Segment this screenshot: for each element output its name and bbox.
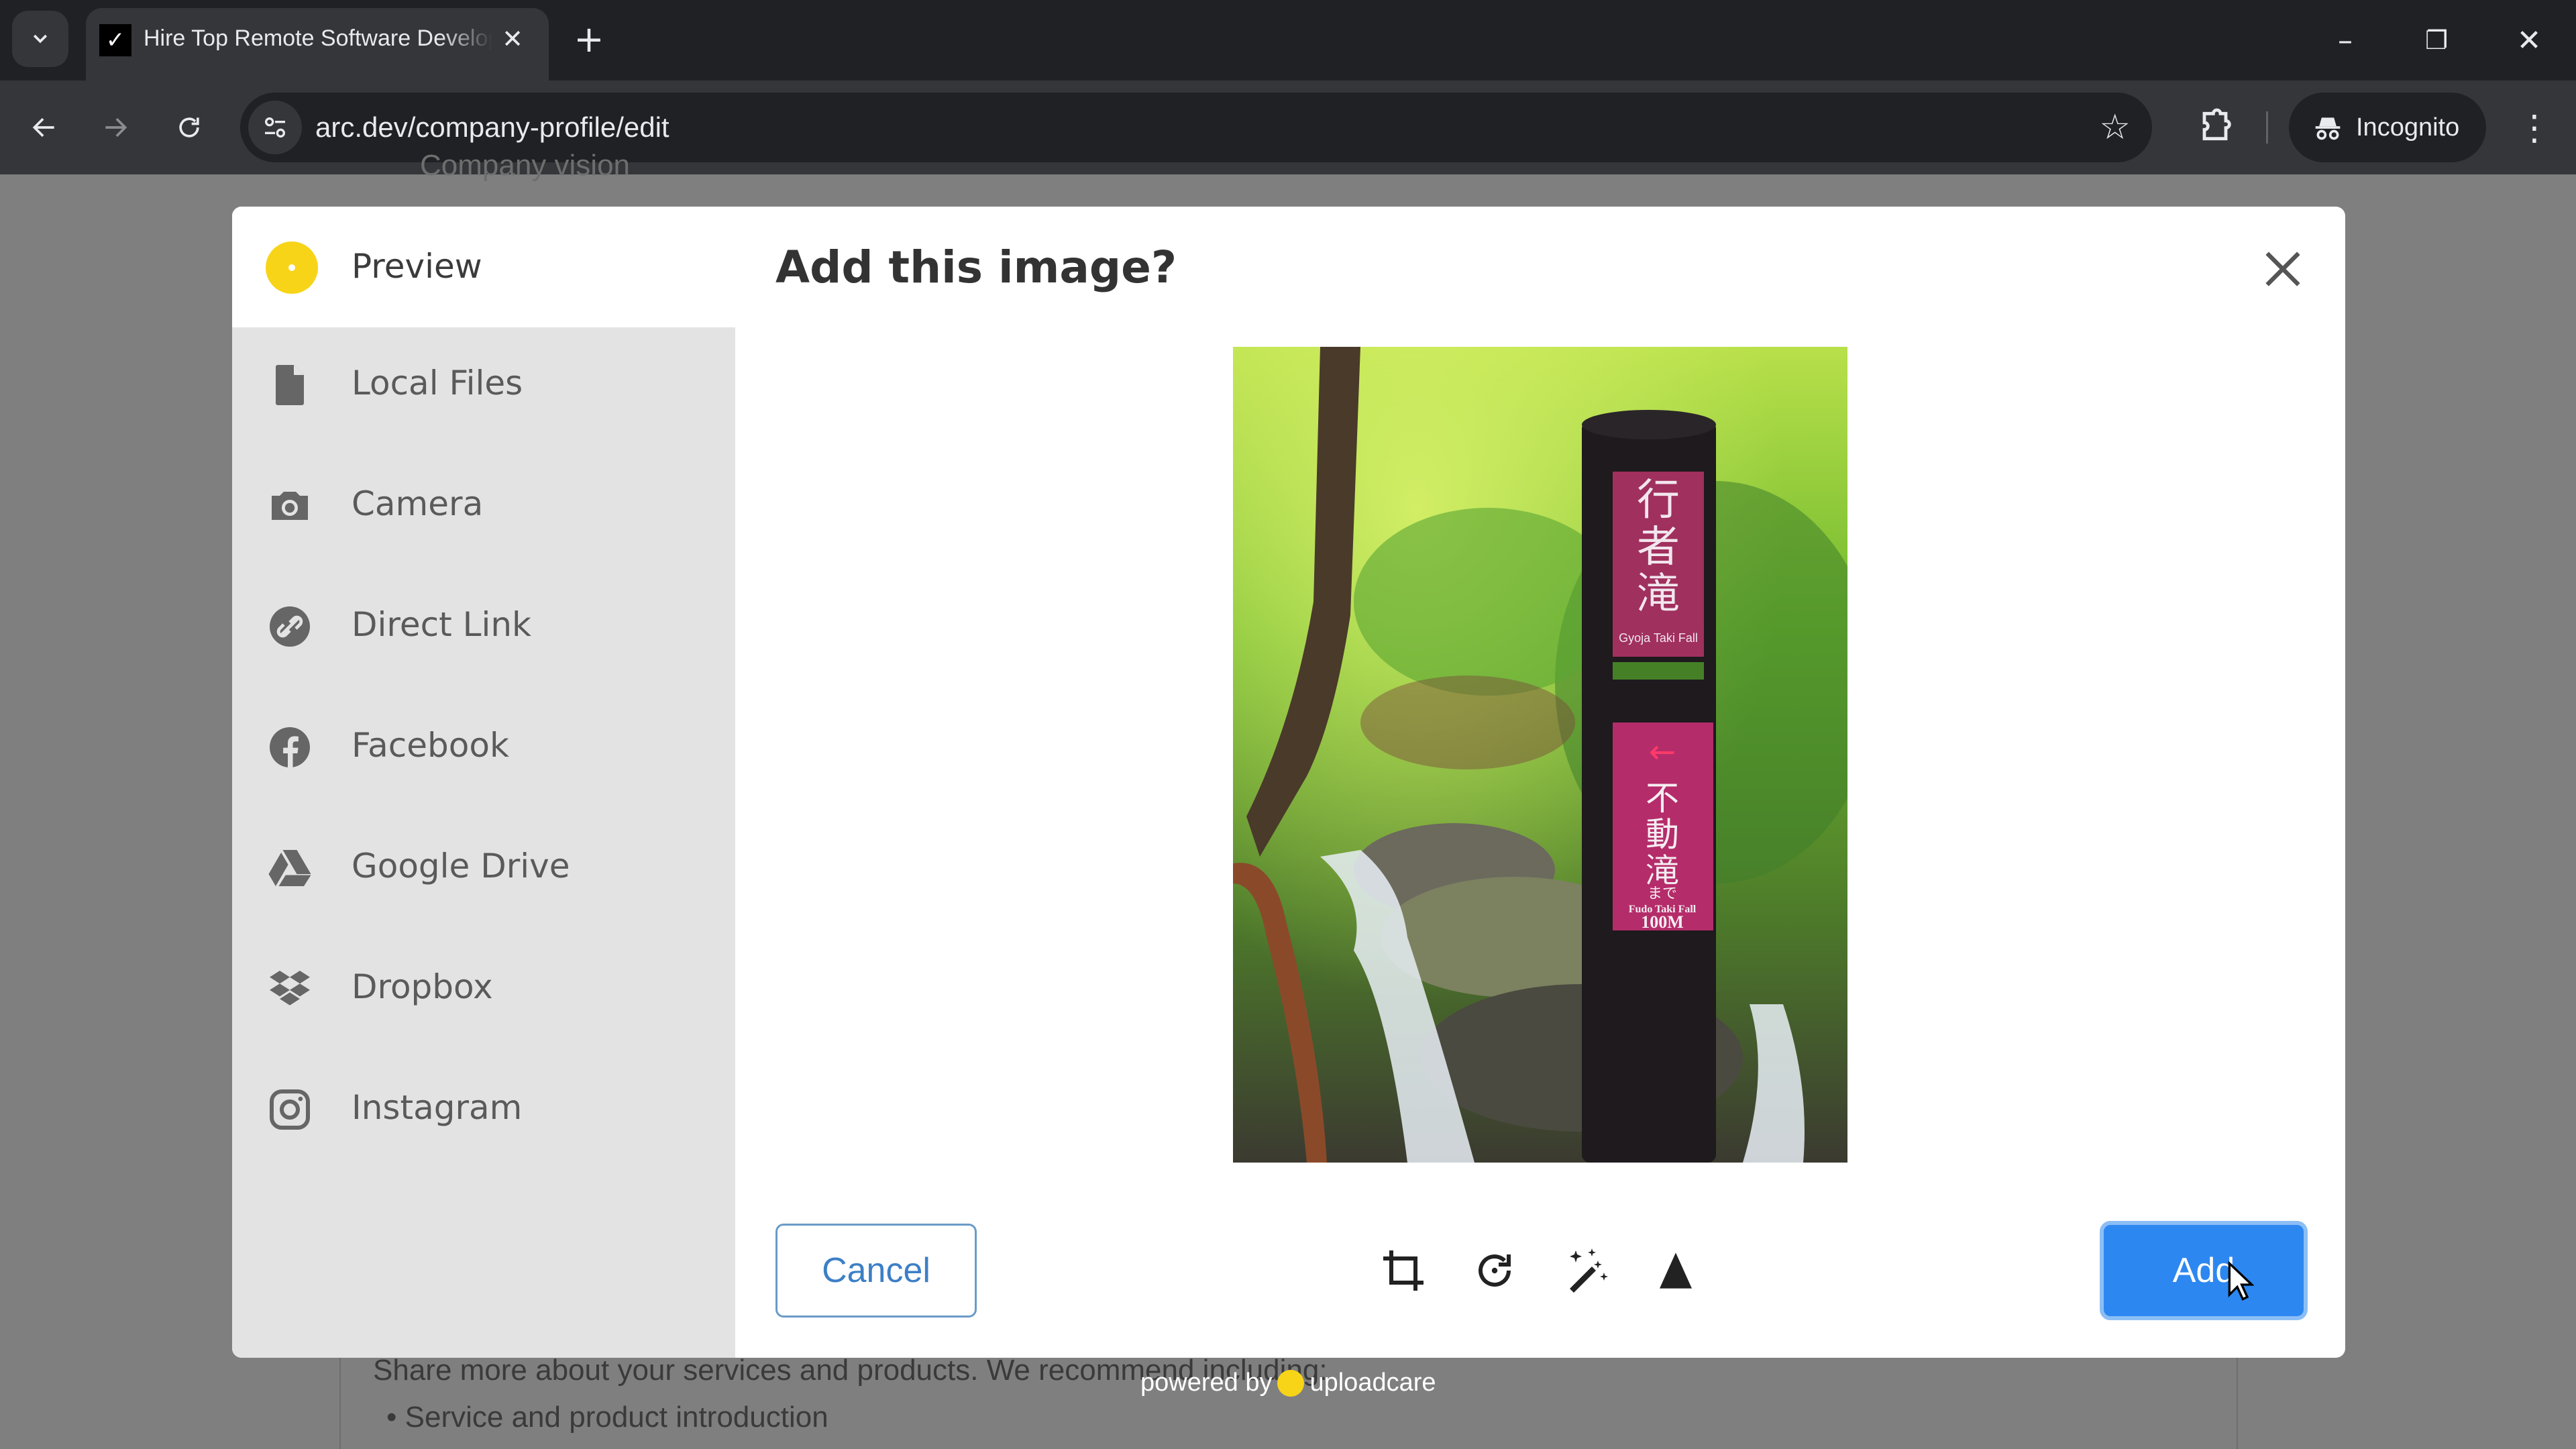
tab-search-button[interactable] (12, 11, 68, 67)
preview-dot-icon (266, 241, 318, 294)
sign-arrow: ← (1649, 733, 1676, 771)
star-icon[interactable]: ☆ (2099, 107, 2131, 148)
url-text: arc.dev/company-profile/edit (315, 111, 669, 143)
arc-logo-icon: ✓ (99, 24, 131, 56)
facebook-icon (270, 727, 310, 767)
tab-close-icon[interactable]: ✕ (496, 23, 529, 55)
sidebar-item-facebook[interactable]: Facebook (232, 690, 735, 797)
crop-icon (1383, 1250, 1424, 1291)
bullet-text: Service and product introduction (405, 1401, 828, 1434)
google-drive-icon (268, 850, 311, 886)
sidebar-item-instagram[interactable]: Instagram (232, 1052, 735, 1159)
reload-button[interactable] (168, 106, 211, 149)
sidebar-item-label: Dropbox (352, 967, 493, 1006)
more-vert-icon[interactable]: ⋮ (2513, 105, 2556, 152)
tab-title: Hire Top Remote Software Developers (144, 25, 492, 51)
sign-kanji-3: 滝 (1637, 570, 1680, 619)
file-icon (276, 365, 304, 405)
window-close-button[interactable]: ✕ (2502, 13, 2556, 67)
cancel-button[interactable]: Cancel (775, 1224, 977, 1318)
sidebar-item-camera[interactable]: Camera (232, 448, 735, 555)
sidebar-item-local-files[interactable]: Local Files (232, 327, 735, 435)
minimize-button[interactable]: – (2318, 13, 2372, 67)
sign-kanji-4: 不 (1646, 779, 1679, 818)
back-button[interactable] (23, 106, 66, 149)
sign-kanji-6: 滝 (1646, 851, 1679, 890)
sidebar-item-label: Preview (352, 247, 482, 286)
sign-kanji-1: 行 (1637, 476, 1680, 525)
triangle-icon (1660, 1252, 1692, 1289)
browser-tab[interactable]: ✓ Hire Top Remote Software Developers ✕ (86, 8, 549, 80)
toolbar-separator (2266, 111, 2268, 144)
browser-tab-strip: ✓ Hire Top Remote Software Developers ✕ … (0, 0, 2576, 80)
sidebar-item-dropbox[interactable]: Dropbox (232, 931, 735, 1038)
rotate-button[interactable] (1468, 1244, 1521, 1297)
incognito-badge[interactable]: Incognito (2289, 93, 2486, 162)
sidebar-item-label: Facebook (352, 726, 509, 765)
powered-by-uploadcare[interactable]: powered by uploadcare (1140, 1368, 1436, 1397)
uploadcare-brand: uploadcare (1309, 1368, 1436, 1397)
sign-distance: 100M (1641, 912, 1684, 932)
services-bullet: • Service and product introduction (386, 1401, 828, 1434)
add-button[interactable]: Add (2100, 1221, 2308, 1320)
restore-button[interactable]: ❐ (2410, 13, 2463, 67)
upload-dialog: Preview Local Files Camera Direct Link F… (232, 207, 2345, 1358)
sharpen-button[interactable] (1649, 1244, 1703, 1297)
sidebar-item-label: Local Files (352, 364, 523, 402)
close-icon[interactable] (2259, 246, 2306, 292)
tune-icon (265, 117, 285, 138)
dropbox-icon (270, 971, 310, 1006)
crop-button[interactable] (1377, 1244, 1430, 1297)
link-icon (270, 606, 310, 647)
camera-icon (272, 492, 308, 520)
sidebar-item-label: Direct Link (352, 605, 531, 644)
sign-kana: まで (1648, 885, 1677, 902)
chevron-down-icon (33, 34, 48, 44)
incognito-icon (2315, 117, 2341, 140)
forest-photo: 行 者 滝 Gyoja Taki Fall ← 不 動 滝 まで Fudo Ta… (1233, 347, 1847, 1163)
sidebar-item-label: Instagram (352, 1088, 523, 1127)
instagram-icon (270, 1089, 310, 1130)
mouse-cursor-icon (2228, 1261, 2254, 1301)
site-info-button[interactable] (248, 101, 302, 154)
source-sidebar: Preview Local Files Camera Direct Link F… (232, 207, 735, 1358)
forward-button[interactable] (94, 106, 137, 149)
sidebar-item-preview[interactable]: Preview (232, 207, 735, 327)
sidebar-item-direct-link[interactable]: Direct Link (232, 569, 735, 676)
arrow-right-icon (105, 117, 127, 138)
sidebar-item-label: Google Drive (352, 847, 570, 885)
reload-icon (179, 117, 199, 138)
bg-line-company-vision: Company vision (420, 149, 631, 182)
dialog-title: Add this image? (775, 241, 1177, 293)
enhance-button[interactable] (1559, 1244, 1613, 1297)
preview-image: 行 者 滝 Gyoja Taki Fall ← 不 動 滝 まで Fudo Ta… (1233, 347, 1847, 1163)
sign-kanji-2: 者 (1637, 523, 1680, 572)
puzzle-icon[interactable] (2194, 105, 2237, 148)
sidebar-item-google-drive[interactable]: Google Drive (232, 810, 735, 918)
browser-toolbar: arc.dev/company-profile/edit ☆ Incognito… (0, 80, 2576, 174)
sign-caption-top: Gyoja Taki Fall (1619, 631, 1698, 645)
new-tab-button[interactable]: + (569, 18, 609, 60)
incognito-label: Incognito (2356, 113, 2460, 142)
uploadcare-logo-icon (1277, 1369, 1305, 1397)
powered-by-text: powered by (1140, 1368, 1273, 1397)
arrow-left-icon (32, 117, 54, 138)
rotate-icon (1479, 1254, 1511, 1287)
sign-kanji-5: 動 (1646, 815, 1679, 854)
sidebar-item-label: Camera (352, 484, 484, 523)
magic-wand-icon (1570, 1248, 1608, 1293)
